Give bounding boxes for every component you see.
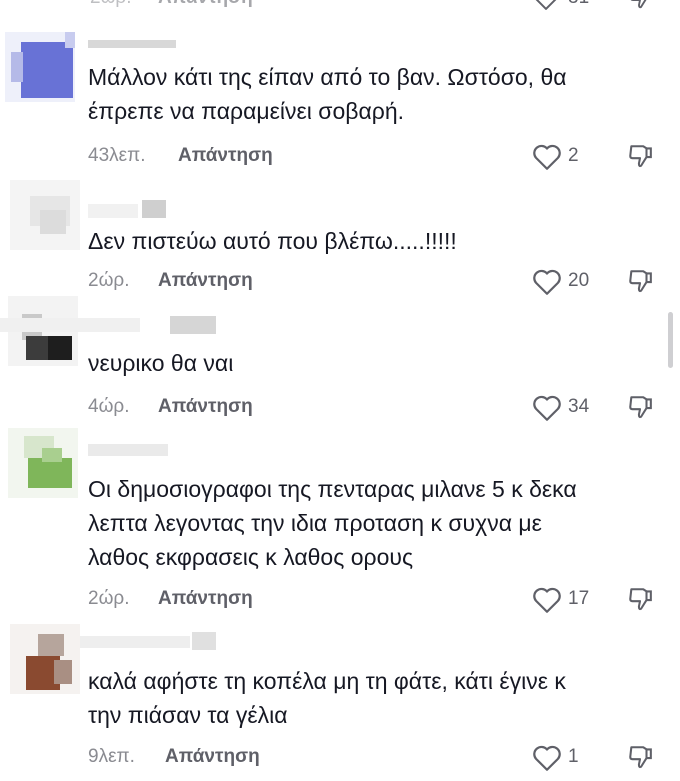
heart-icon (535, 0, 557, 10)
dislike-button[interactable] (626, 0, 654, 15)
username-pixelated[interactable] (0, 316, 220, 334)
comment-line: Μάλλον κάτι της είπαν από το βαν. Ωστόσο… (88, 64, 567, 90)
like-count: 31 (568, 0, 589, 10)
comment-line: έπρεπε να παραμείνει σοβαρή. (88, 98, 405, 124)
like-button[interactable]: 31 (532, 0, 589, 15)
comment-line: την πιάσαν τα γέλια (88, 702, 288, 728)
like-count: 2 (568, 145, 579, 166)
comment-line: καλά αφήστε τη κοπέλα μη τη φάτε, κάτι έ… (88, 668, 566, 694)
comment-actions: 2ώρ. Απάντηση 17 (0, 584, 680, 614)
comment-time: 2ώρ. (90, 0, 132, 10)
comment-time: 2ώρ. (88, 588, 130, 609)
comment-time: 43λεπ. (88, 145, 146, 166)
like-count: 20 (568, 270, 590, 291)
reply-button[interactable]: Απάντηση (178, 141, 273, 171)
comment-time: 9λεπ. (88, 746, 135, 767)
username-pixelated[interactable] (88, 200, 168, 218)
thumbs-down-icon (629, 145, 652, 168)
comment-time: 4ώρ. (88, 396, 130, 417)
thumbs-down-icon (630, 0, 647, 9)
dislike-button[interactable] (626, 392, 656, 422)
like-button[interactable]: 20 (532, 266, 602, 296)
username-pixelated[interactable] (88, 440, 178, 458)
thumbs-down-icon (629, 270, 652, 293)
dislike-button[interactable] (626, 742, 656, 772)
reply-button[interactable]: Απάντηση (158, 392, 253, 422)
comment-actions: 4ώρ. Απάντηση 34 (0, 392, 680, 422)
like-count: 1 (568, 746, 579, 767)
heart-icon (533, 745, 561, 771)
thumbs-down-icon (629, 588, 652, 611)
comment-line: Οι δημοσιογραφοι της πενταρας μιλανε 5 κ… (88, 476, 577, 502)
comment-line: νευρικο θα ναι (88, 350, 234, 376)
like-button[interactable]: 2 (532, 141, 592, 171)
comment-text: Μάλλον κάτι της είπαν από το βαν. Ωστόσο… (88, 60, 567, 128)
comment-time: 2ώρ. (88, 270, 130, 291)
reply-button[interactable]: Απάντηση (158, 0, 253, 10)
heart-icon (533, 269, 561, 295)
thumbs-down-icon (629, 396, 652, 419)
like-count: 17 (568, 588, 590, 609)
avatar[interactable] (10, 180, 80, 250)
reply-button[interactable]: Απάντηση (165, 742, 260, 772)
like-button[interactable]: 17 (532, 584, 602, 614)
like-button[interactable]: 1 (532, 742, 592, 772)
reply-button[interactable]: Απάντηση (158, 266, 253, 296)
heart-icon (533, 395, 561, 421)
comment-text: νευρικο θα ναι (88, 346, 233, 380)
thumbs-down-icon (629, 746, 652, 769)
previous-comment-fragment: 2ώρ. Απάντηση 31 (0, 0, 680, 10)
dislike-button[interactable] (626, 141, 656, 171)
comment-text: καλά αφήστε τη κοπέλα μη τη φάτε, κάτι έ… (88, 664, 566, 732)
heart-icon (533, 587, 561, 613)
comment-actions: 43λεπ. Απάντηση 2 (0, 141, 680, 171)
comment-line: λεπτα λεγοντας την ιδια προταση κ συχνα … (88, 510, 542, 536)
avatar[interactable] (5, 32, 75, 102)
comment-text: Δεν πιστεύω αυτό που βλέπω.....!!!!! (88, 224, 457, 258)
dislike-button[interactable] (626, 584, 656, 614)
avatar[interactable] (10, 624, 80, 694)
scrollbar-thumb[interactable] (668, 312, 673, 368)
like-count: 34 (568, 396, 590, 417)
comment-actions: 2ώρ. Απάντηση 20 (0, 266, 680, 296)
comment-line: Δεν πιστεύω αυτό που βλέπω.....!!!!! (88, 228, 457, 254)
heart-icon (533, 144, 561, 170)
username-pixelated[interactable] (80, 632, 220, 650)
reply-button[interactable]: Απάντηση (158, 584, 253, 614)
comment-text: Οι δημοσιογραφοι της πενταρας μιλανε 5 κ… (88, 472, 577, 574)
comment-line: λαθος εκφρασεις κ λαθος ορους (88, 544, 414, 570)
like-button[interactable]: 34 (532, 392, 602, 422)
avatar[interactable] (8, 428, 78, 498)
comment-actions: 9λεπ. Απάντηση 1 (0, 742, 680, 772)
dislike-button[interactable] (626, 266, 656, 296)
username-pixelated[interactable] (88, 34, 178, 52)
